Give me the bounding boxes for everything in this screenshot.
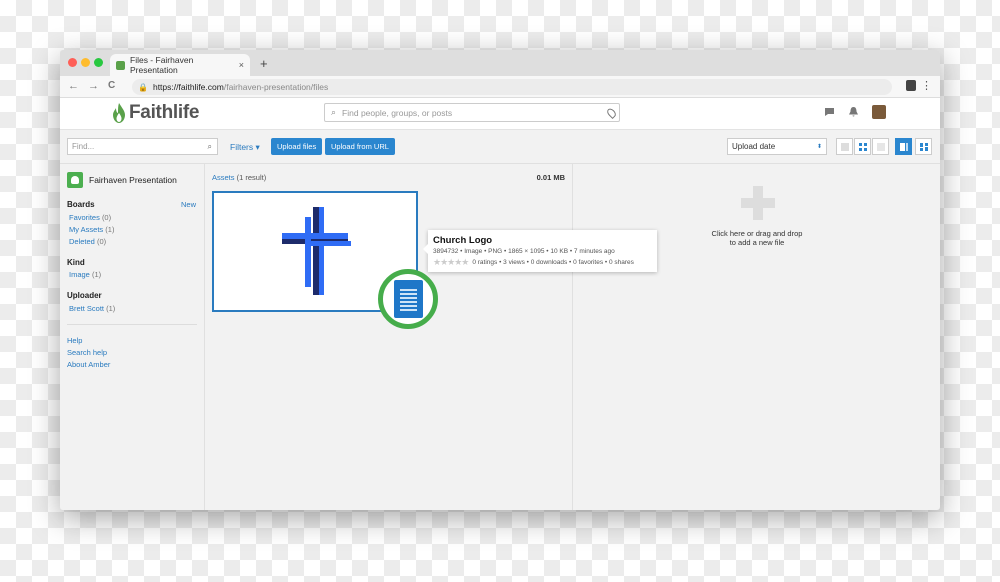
total-size: 0.01 MB xyxy=(536,173,565,182)
assets-panel: Assets (1 result) 0.01 MB Church Logo 38… xyxy=(206,164,657,510)
list-view-button[interactable] xyxy=(836,138,853,155)
group-icon xyxy=(67,172,83,188)
grid-view-button[interactable] xyxy=(854,138,871,155)
logo-wordmark: Faithlife xyxy=(129,102,200,123)
sidebar-divider xyxy=(67,324,197,325)
help-link[interactable]: Help xyxy=(67,336,82,345)
tile-panel-button[interactable] xyxy=(915,138,932,155)
find-search-icon: ⌕ xyxy=(207,141,212,151)
reload-icon[interactable]: C xyxy=(108,80,115,91)
new-board-link[interactable]: New xyxy=(181,200,196,209)
tab-title: Files - Fairhaven Presentation xyxy=(130,55,194,75)
sidebar-item-my-assets[interactable]: My Assets (1) xyxy=(69,225,114,234)
forward-arrow-icon[interactable]: → xyxy=(88,80,99,92)
sidebar: Fairhaven Presentation Boards New Favori… xyxy=(60,164,205,510)
browser-menu-icon[interactable]: ⋮ xyxy=(921,79,932,92)
browser-tab[interactable]: Files - Fairhaven Presentation × xyxy=(110,54,250,76)
url-host: https://faithlife.com xyxy=(152,82,224,92)
detail-list-icon xyxy=(877,143,885,151)
search-placeholder: Find people, groups, or posts xyxy=(342,107,453,118)
detail-view-button[interactable] xyxy=(872,138,889,155)
grid-icon xyxy=(859,143,867,151)
split-panel-button[interactable] xyxy=(895,138,912,155)
files-toolbar: Find... ⌕ Filters ▾ Upload files Upload … xyxy=(60,130,940,164)
new-tab-button[interactable]: + xyxy=(260,56,268,71)
url-field[interactable]: 🔒 https://faithlife.com /fairhaven-prese… xyxy=(132,79,892,95)
flame-icon xyxy=(113,103,125,123)
minimize-window-button[interactable] xyxy=(81,58,90,67)
browser-window: Files - Fairhaven Presentation × + ← → C… xyxy=(60,50,940,510)
document-icon xyxy=(393,280,423,318)
extension-icon[interactable] xyxy=(906,80,916,91)
upload-from-url-button[interactable]: Upload from URL xyxy=(325,138,395,155)
bell-icon[interactable] xyxy=(849,107,858,120)
panel-icon xyxy=(900,143,908,151)
tab-bar: Files - Fairhaven Presentation × + xyxy=(60,50,940,76)
sidebar-item-image[interactable]: Image (1) xyxy=(69,270,101,279)
app-header: Faithlife ⌕ Find people, groups, or post… xyxy=(60,98,940,130)
group-name: Fairhaven Presentation xyxy=(89,175,177,185)
upload-instructions: Click here or drag and drop to add a new… xyxy=(711,229,803,247)
upload-files-button[interactable]: Upload files xyxy=(271,138,323,155)
lock-icon: 🔒 xyxy=(138,82,148,92)
sort-select[interactable]: Upload date ⬍ xyxy=(727,138,827,155)
search-help-link[interactable]: Search help xyxy=(67,348,107,357)
group-header[interactable]: Fairhaven Presentation xyxy=(67,172,177,188)
add-file-plus-icon xyxy=(741,186,775,220)
back-arrow-icon[interactable]: ← xyxy=(68,80,79,92)
upload-drop-zone[interactable]: Click here or drag and drop to add a new… xyxy=(574,164,940,510)
url-path: /fairhaven-presentation/files xyxy=(223,82,329,92)
chat-icon[interactable] xyxy=(824,107,835,120)
document-badge xyxy=(378,269,438,329)
faithlife-favicon-icon xyxy=(116,60,125,70)
close-window-button[interactable] xyxy=(68,58,77,67)
search-icon: ⌕ xyxy=(331,107,337,117)
tab-close-icon[interactable]: × xyxy=(239,60,244,70)
address-bar-row: ← → C 🔒 https://faithlife.com /fairhaven… xyxy=(60,76,940,98)
global-search-input[interactable]: ⌕ Find people, groups, or posts xyxy=(324,103,620,122)
filters-dropdown[interactable]: Filters ▾ xyxy=(230,142,260,153)
sort-value: Upload date xyxy=(732,142,776,151)
boards-heading: Boards xyxy=(67,200,95,209)
uploader-heading: Uploader xyxy=(67,291,102,300)
find-input[interactable]: Find... ⌕ xyxy=(67,138,218,155)
rating-stars-icon[interactable]: ★★★★★ xyxy=(433,257,469,268)
user-avatar[interactable] xyxy=(872,105,886,119)
sidebar-item-deleted[interactable]: Deleted (0) xyxy=(69,237,106,246)
assets-breadcrumb[interactable]: Assets (1 result) xyxy=(212,173,266,182)
sidebar-item-brett-scott[interactable]: Brett Scott (1) xyxy=(69,304,115,313)
list-icon xyxy=(841,143,849,151)
maximize-window-button[interactable] xyxy=(94,58,103,67)
faithlife-logo[interactable]: Faithlife xyxy=(112,102,199,124)
kind-heading: Kind xyxy=(67,258,85,267)
location-pin-icon[interactable] xyxy=(605,106,618,119)
tiles-icon xyxy=(920,143,928,151)
select-caret-icon: ⬍ xyxy=(816,144,822,150)
find-placeholder: Find... xyxy=(72,142,95,151)
sidebar-item-favorites[interactable]: Favorites (0) xyxy=(69,213,111,222)
about-amber-link[interactable]: About Amber xyxy=(67,360,110,369)
